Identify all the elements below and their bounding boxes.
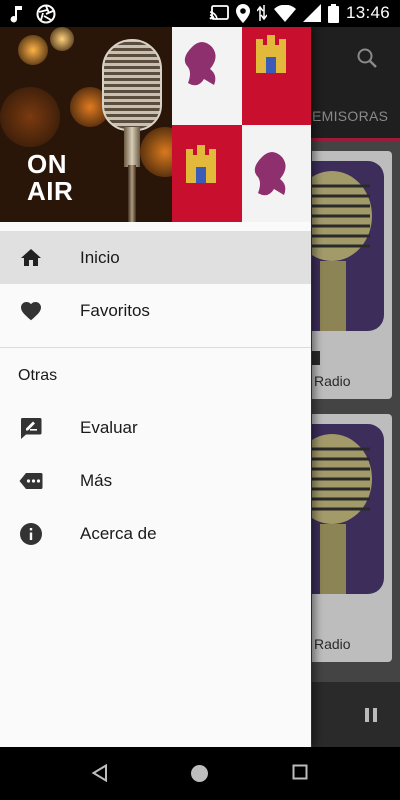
drawer-header-image: ON AIR	[0, 27, 311, 222]
station-subtitle: Radio	[314, 636, 351, 652]
tab-emisoras[interactable]: EMISORAS	[312, 108, 388, 124]
location-icon	[235, 3, 250, 23]
drawer-item-label: Evaluar	[80, 418, 138, 437]
station-subtitle: Radio	[314, 373, 351, 389]
cast-icon	[209, 5, 229, 20]
pause-icon[interactable]	[365, 708, 379, 722]
aperture-icon	[36, 4, 56, 24]
drawer-item-mas[interactable]: Más	[0, 454, 311, 507]
mini-player	[312, 682, 400, 747]
wifi-icon	[273, 4, 296, 22]
search-icon[interactable]	[356, 47, 378, 69]
status-bar: 13:46	[0, 0, 400, 27]
info-icon	[20, 523, 42, 545]
drawer-item-acerca-de[interactable]: Acerca de	[0, 507, 311, 560]
on-air-line-2: AIR	[27, 176, 74, 206]
battery-icon	[327, 3, 339, 23]
on-air-line-1: ON	[27, 149, 67, 179]
station-thumbnail	[312, 161, 384, 331]
drawer-item-label: Favoritos	[80, 301, 150, 320]
signal-icon	[302, 4, 321, 22]
drawer-item-favoritos[interactable]: Favoritos	[0, 284, 311, 337]
music-note-icon	[10, 6, 22, 23]
home-button-icon[interactable]	[190, 764, 209, 783]
drawer-item-label: Inicio	[80, 248, 120, 267]
microphone-graphic	[102, 39, 162, 131]
station-card[interactable]: Radio	[312, 414, 392, 662]
on-air-text: ON AIR	[27, 151, 73, 205]
drawer-item-label: Más	[80, 471, 113, 490]
back-icon[interactable]	[91, 764, 109, 782]
more-tag-icon	[19, 473, 43, 489]
recents-icon[interactable]	[292, 764, 308, 780]
station-title	[312, 351, 320, 365]
system-navigation-bar	[0, 747, 400, 800]
drawer-item-inicio[interactable]: Inicio	[0, 231, 311, 284]
drawer-item-evaluar[interactable]: Evaluar	[0, 401, 311, 454]
navigation-drawer: ON AIR Inicio Favoritos Otras Evaluar Má…	[0, 27, 311, 747]
heart-icon	[21, 302, 41, 321]
rate-review-icon	[20, 418, 42, 439]
station-card[interactable]: Radio	[312, 151, 392, 399]
home-icon	[21, 249, 41, 266]
station-thumbnail	[312, 424, 384, 594]
drawer-item-label: Acerca de	[80, 524, 157, 543]
drawer-divider	[0, 347, 311, 348]
flag-graphic	[172, 27, 311, 222]
section-title-otras: Otras	[18, 367, 58, 384]
data-arrows-icon	[256, 5, 267, 21]
status-time: 13:46	[345, 3, 390, 22]
